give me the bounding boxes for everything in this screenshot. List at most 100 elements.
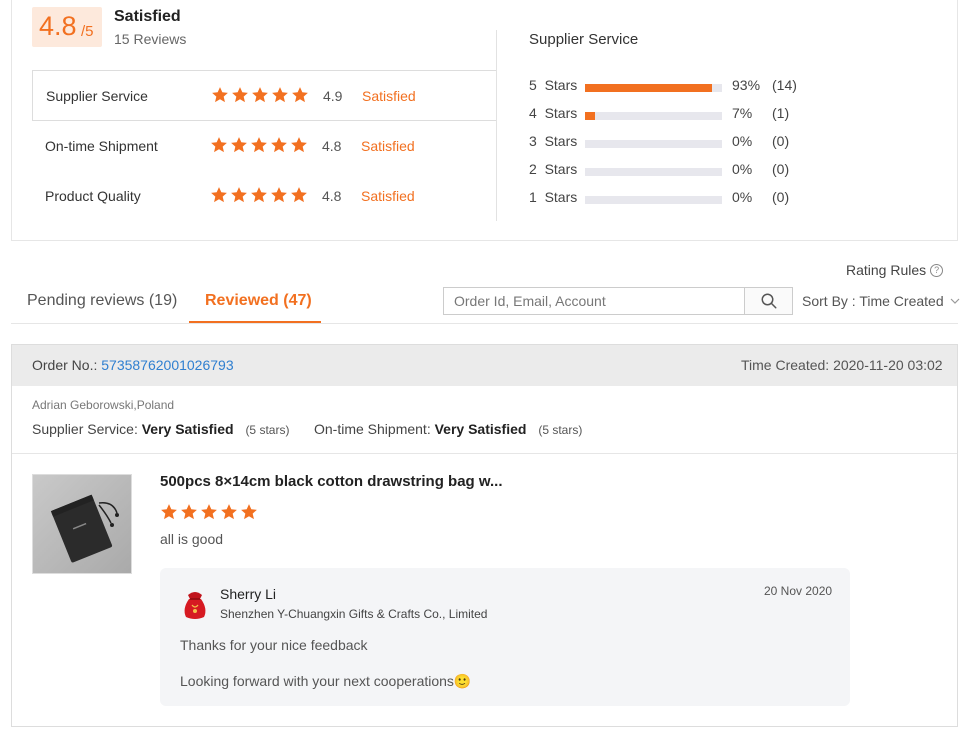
star-icon <box>241 504 257 520</box>
product-title[interactable]: 500pcs 8×14cm black cotton drawstring ba… <box>160 473 502 490</box>
reply-author-name: Sherry Li <box>220 586 277 602</box>
overall-score-badge: 4.8 /5 <box>32 7 102 47</box>
reply-date: 20 Nov 2020 <box>764 584 833 598</box>
star-icon <box>231 137 247 153</box>
distribution-percent: 93% <box>732 77 761 93</box>
distribution-row-1: 1 Stars 0% (0) <box>529 189 829 209</box>
star-icon <box>291 187 307 203</box>
category-label: Satisfied <box>362 88 416 104</box>
distribution-percent: 0% <box>732 161 753 177</box>
chevron-down-icon <box>950 298 960 304</box>
distribution-count: (0) <box>772 189 790 205</box>
overall-score: 4.8 <box>39 11 77 41</box>
product-image-drawing <box>33 475 131 573</box>
supplier-service-value: Very Satisfied <box>141 421 234 437</box>
overall-label: Satisfied <box>114 8 181 25</box>
star-icon <box>211 187 227 203</box>
distribution-count: (1) <box>772 105 790 121</box>
distribution-bar-fill <box>585 112 595 120</box>
distribution-count: (0) <box>772 133 790 149</box>
buyer-name: Adrian Geborowski,Poland <box>32 398 175 412</box>
distribution-row-2: 2 Stars 0% (0) <box>529 161 829 181</box>
rating-rules-label: Rating Rules <box>846 262 927 278</box>
category-label: Satisfied <box>361 188 415 204</box>
supplier-service-label: Supplier Service: <box>32 421 138 437</box>
distribution-row-4: 4 Stars 7% (1) <box>529 105 829 125</box>
category-score: 4.8 <box>322 188 342 204</box>
category-row-product-quality: Product Quality 4.8 Satisfied <box>32 171 497 221</box>
category-name: On-time Shipment <box>45 138 158 154</box>
shipment-value: Very Satisfied <box>434 421 527 437</box>
tabs-divider <box>11 323 958 324</box>
star-icon <box>161 504 177 520</box>
star-icon <box>271 137 287 153</box>
distribution-bar-track <box>585 196 722 204</box>
review-count: 15 Reviews <box>114 31 187 47</box>
rating-rules-link[interactable]: Rating Rules ? <box>846 262 944 278</box>
star-icon <box>211 137 227 153</box>
supplier-service-rating: Supplier Service: Very Satisfied (5 star… <box>32 421 289 437</box>
sort-dropdown[interactable]: Sort By : Time Created <box>802 293 960 309</box>
star-icon <box>251 137 267 153</box>
distribution-bar-track <box>585 112 722 120</box>
review-divider <box>12 453 957 454</box>
distribution-percent: 0% <box>732 133 753 149</box>
reply-message-line: Looking forward with your next cooperati… <box>180 673 472 689</box>
distribution-label: 1 Stars <box>529 189 578 205</box>
sort-label: Sort By : Time Created <box>802 293 944 309</box>
star-icon <box>272 87 288 103</box>
search-input[interactable] <box>443 287 745 315</box>
distribution-row-5: 5 Stars 93% (14) <box>529 77 829 97</box>
category-name: Supplier Service <box>46 88 148 104</box>
order-number-link[interactable]: 57358762001026793 <box>101 357 233 373</box>
search-button[interactable] <box>744 287 793 315</box>
active-tab-indicator <box>189 321 321 323</box>
star-icon <box>291 137 307 153</box>
gift-bag-avatar-icon <box>184 592 206 619</box>
distribution-label: 4 Stars <box>529 105 578 121</box>
distribution-count: (14) <box>772 77 797 93</box>
supplier-service-stars: (5 stars) <box>245 423 290 437</box>
star-icon <box>252 87 268 103</box>
reply-author-company: Shenzhen Y-Chuangxin Gifts & Crafts Co.,… <box>220 607 488 621</box>
star-icon <box>181 504 197 520</box>
distribution-bar-fill <box>585 84 713 92</box>
category-name: Product Quality <box>45 188 141 204</box>
star-icon <box>212 87 228 103</box>
summary-divider <box>496 30 497 221</box>
category-score: 4.8 <box>322 138 342 154</box>
category-stars <box>210 186 308 204</box>
distribution-bar-track <box>585 140 722 148</box>
star-icon <box>292 87 308 103</box>
star-icon <box>232 87 248 103</box>
star-icon <box>221 504 237 520</box>
star-icon <box>201 504 217 520</box>
review-text: all is good <box>160 531 224 547</box>
category-label: Satisfied <box>361 138 415 154</box>
tab-reviewed[interactable]: Reviewed (47) <box>205 292 312 310</box>
order-label: Order No.: <box>32 357 98 373</box>
distribution-percent: 0% <box>732 189 753 205</box>
star-icon <box>271 187 287 203</box>
distribution-label: 2 Stars <box>529 161 578 177</box>
distribution-bar-track <box>585 84 722 92</box>
distribution-label: 3 Stars <box>529 133 578 149</box>
distribution-title: Supplier Service <box>529 31 639 48</box>
review-stars <box>160 503 258 521</box>
category-row-supplier-service: Supplier Service 4.9 Satisfied <box>32 71 497 121</box>
category-score: 4.9 <box>323 88 343 104</box>
category-stars <box>211 86 309 104</box>
star-icon <box>251 187 267 203</box>
distribution-percent: 7% <box>732 105 753 121</box>
distribution-label: 5 Stars <box>529 77 578 93</box>
product-image[interactable] <box>32 474 132 574</box>
distribution-bar-track <box>585 168 722 176</box>
reply-message-line: Thanks for your nice feedback <box>180 637 368 653</box>
shipment-stars: (5 stars) <box>538 423 583 437</box>
tab-pending-reviews[interactable]: Pending reviews (19) <box>27 292 177 310</box>
search-icon <box>761 293 776 309</box>
category-stars <box>210 136 308 154</box>
distribution-row-3: 3 Stars 0% (0) <box>529 133 829 153</box>
avatar <box>180 587 210 621</box>
time-created: Time Created: 2020-11-20 03:02 <box>741 357 943 373</box>
